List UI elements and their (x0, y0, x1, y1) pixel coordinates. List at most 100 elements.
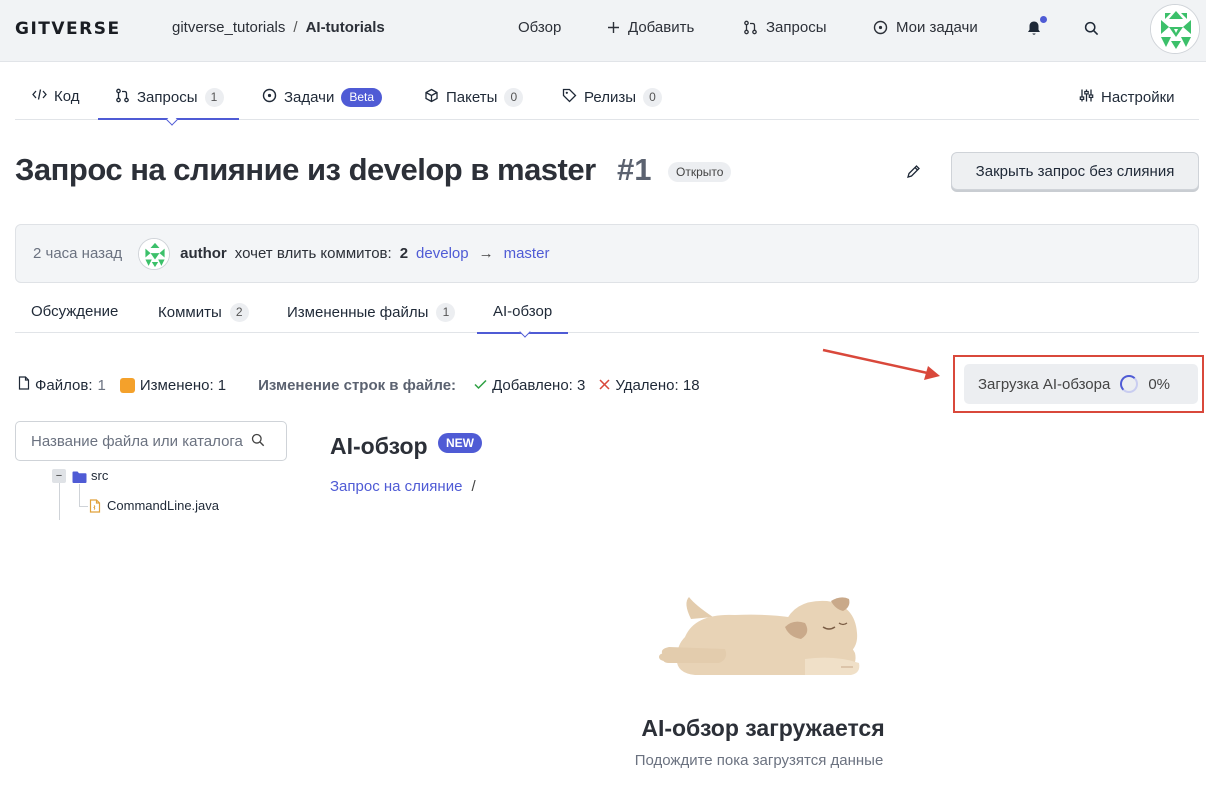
pr-number: #1 (617, 152, 652, 187)
java-file-icon (89, 499, 101, 518)
check-icon (474, 377, 487, 394)
files-stat: Файлов: 1 (18, 376, 106, 394)
sliders-icon (1079, 88, 1094, 107)
tab-commits[interactable]: Коммиты 2 (158, 303, 249, 322)
pull-request-icon (115, 88, 130, 107)
pull-request-icon (743, 20, 758, 35)
tab-changed-files[interactable]: Измененные файлы 1 (287, 303, 456, 322)
commit-count: 2 (399, 245, 409, 262)
wants-merge-text: хочет влить коммитов: (234, 245, 392, 262)
tab-code-label: Код (54, 88, 80, 105)
tab-settings[interactable]: Настройки (1079, 88, 1175, 107)
diff-stats: Файлов: 1 Изменено: 1 Изменение строк в … (18, 376, 714, 394)
tag-icon (562, 88, 577, 107)
files-label: Файлов: (35, 376, 93, 394)
tab-requests-label: Запросы (137, 89, 198, 106)
gitverse-logo[interactable]: GITVERSE (15, 19, 121, 39)
nav-my-tasks-label: Мои задачи (896, 19, 978, 36)
folder-src[interactable]: src (91, 468, 108, 483)
cross-icon (599, 377, 610, 394)
tab-changed-files-label: Измененные файлы (287, 304, 429, 321)
tab-releases-label: Релизы (584, 89, 636, 106)
tab-tasks[interactable]: Задачи Beta (262, 88, 383, 107)
deleted-label: Удалено: 18 (615, 376, 700, 394)
tab-packages-label: Пакеты (446, 89, 498, 106)
arrow-right-icon: → (478, 245, 494, 262)
tree-line (59, 478, 60, 520)
tab-releases-count: 0 (642, 88, 662, 107)
search-icon[interactable] (251, 433, 265, 452)
tree-line (79, 506, 88, 507)
page-title: Запрос на слияние из develop в master (15, 152, 596, 187)
status-badge: Открыто (668, 162, 732, 182)
package-icon (424, 88, 439, 107)
ai-review-heading: AI-обзор (330, 433, 428, 459)
changed-label: Изменено: 1 (139, 376, 227, 394)
repo-tabs: Код Запросы 1 Задачи Beta Пакеты 0 Релиз… (15, 78, 1199, 120)
tab-code[interactable]: Код (32, 88, 80, 105)
author-link[interactable]: author (180, 245, 227, 262)
breadcrumb-owner[interactable]: gitverse_tutorials (172, 19, 285, 36)
notification-dot (1040, 16, 1047, 23)
user-avatar[interactable] (1150, 4, 1200, 54)
tab-settings-label: Настройки (1101, 89, 1175, 106)
breadcrumb-separator: / (293, 19, 298, 36)
bell-icon[interactable] (1026, 20, 1042, 42)
tab-commits-label: Коммиты (158, 304, 222, 321)
tab-changed-files-count: 1 (436, 303, 456, 322)
nav-overview[interactable]: Обзор (518, 19, 561, 36)
code-icon (32, 88, 47, 105)
merge-request-link[interactable]: Запрос на слияние (330, 478, 462, 495)
added-label: Добавлено: 3 (492, 376, 586, 394)
close-without-merge-button[interactable]: Закрыть запрос без слияния (951, 152, 1199, 190)
ai-loading-subtitle: Подождите пока загрузятся данные (634, 752, 884, 769)
annotation-highlight-box (953, 355, 1204, 413)
circle-dot-icon (873, 20, 888, 35)
plus-icon (607, 21, 620, 34)
pencil-icon[interactable] (906, 164, 921, 184)
tab-requests[interactable]: Запросы 1 (98, 88, 238, 120)
sleeping-dog-illustration (659, 597, 860, 675)
source-branch-link[interactable]: develop (416, 245, 469, 262)
target-branch-link[interactable]: master (504, 245, 550, 262)
file-search-input[interactable] (15, 421, 287, 461)
tab-discussion[interactable]: Обсуждение (31, 303, 118, 320)
nav-requests-label: Запросы (766, 19, 827, 36)
search-icon[interactable] (1084, 21, 1099, 41)
tab-ai-review[interactable]: AI-обзор (476, 303, 569, 334)
deleted-stat: Удалено: 18 (599, 376, 700, 394)
changed-stat: Изменено: 1 (119, 376, 227, 394)
collapse-folder-button[interactable]: − (52, 469, 66, 483)
author-avatar[interactable] (138, 237, 171, 270)
added-stat: Добавлено: 3 (474, 377, 585, 394)
tab-ai-review-label: AI-обзор (493, 303, 553, 320)
nav-add[interactable]: Добавить (607, 19, 694, 36)
nav-my-tasks[interactable]: Мои задачи (873, 19, 978, 36)
folder-icon (72, 470, 87, 488)
tab-tasks-label: Задачи (284, 89, 335, 106)
top-bar: GITVERSE gitverse_tutorials / AI-tutoria… (0, 0, 1206, 62)
lines-change-label: Изменение строк в файле: (258, 376, 457, 394)
tab-releases[interactable]: Релизы 0 (562, 88, 662, 107)
breadcrumb: gitverse_tutorials / AI-tutorials (172, 19, 385, 36)
ai-review-breadcrumb: Запрос на слияние / (330, 478, 476, 495)
nav-requests[interactable]: Запросы (743, 19, 827, 36)
pr-meta-bar: 2 часа назад author хочет влить коммитов… (15, 224, 1199, 283)
tab-commits-count: 2 (229, 303, 249, 322)
pr-time: 2 часа назад (33, 245, 123, 262)
annotation-arrow-icon (822, 348, 940, 380)
nav-add-label: Добавить (628, 19, 695, 36)
breadcrumb-separator: / (471, 478, 476, 495)
file-icon (18, 376, 30, 394)
files-value: 1 (97, 376, 106, 394)
tab-requests-count: 1 (204, 88, 224, 107)
nav-overview-label: Обзор (518, 19, 562, 36)
changed-square-icon (119, 377, 135, 393)
breadcrumb-repo[interactable]: AI-tutorials (306, 19, 385, 36)
pr-tabs: Обсуждение Коммиты 2 Измененные файлы 1 … (15, 291, 1199, 334)
tab-packages[interactable]: Пакеты 0 (424, 88, 524, 107)
file-commandline-java[interactable]: CommandLine.java (107, 498, 219, 513)
new-badge: NEW (438, 433, 482, 453)
ai-loading-title: AI-обзор загружается (641, 715, 885, 741)
circle-dot-icon (262, 88, 277, 107)
